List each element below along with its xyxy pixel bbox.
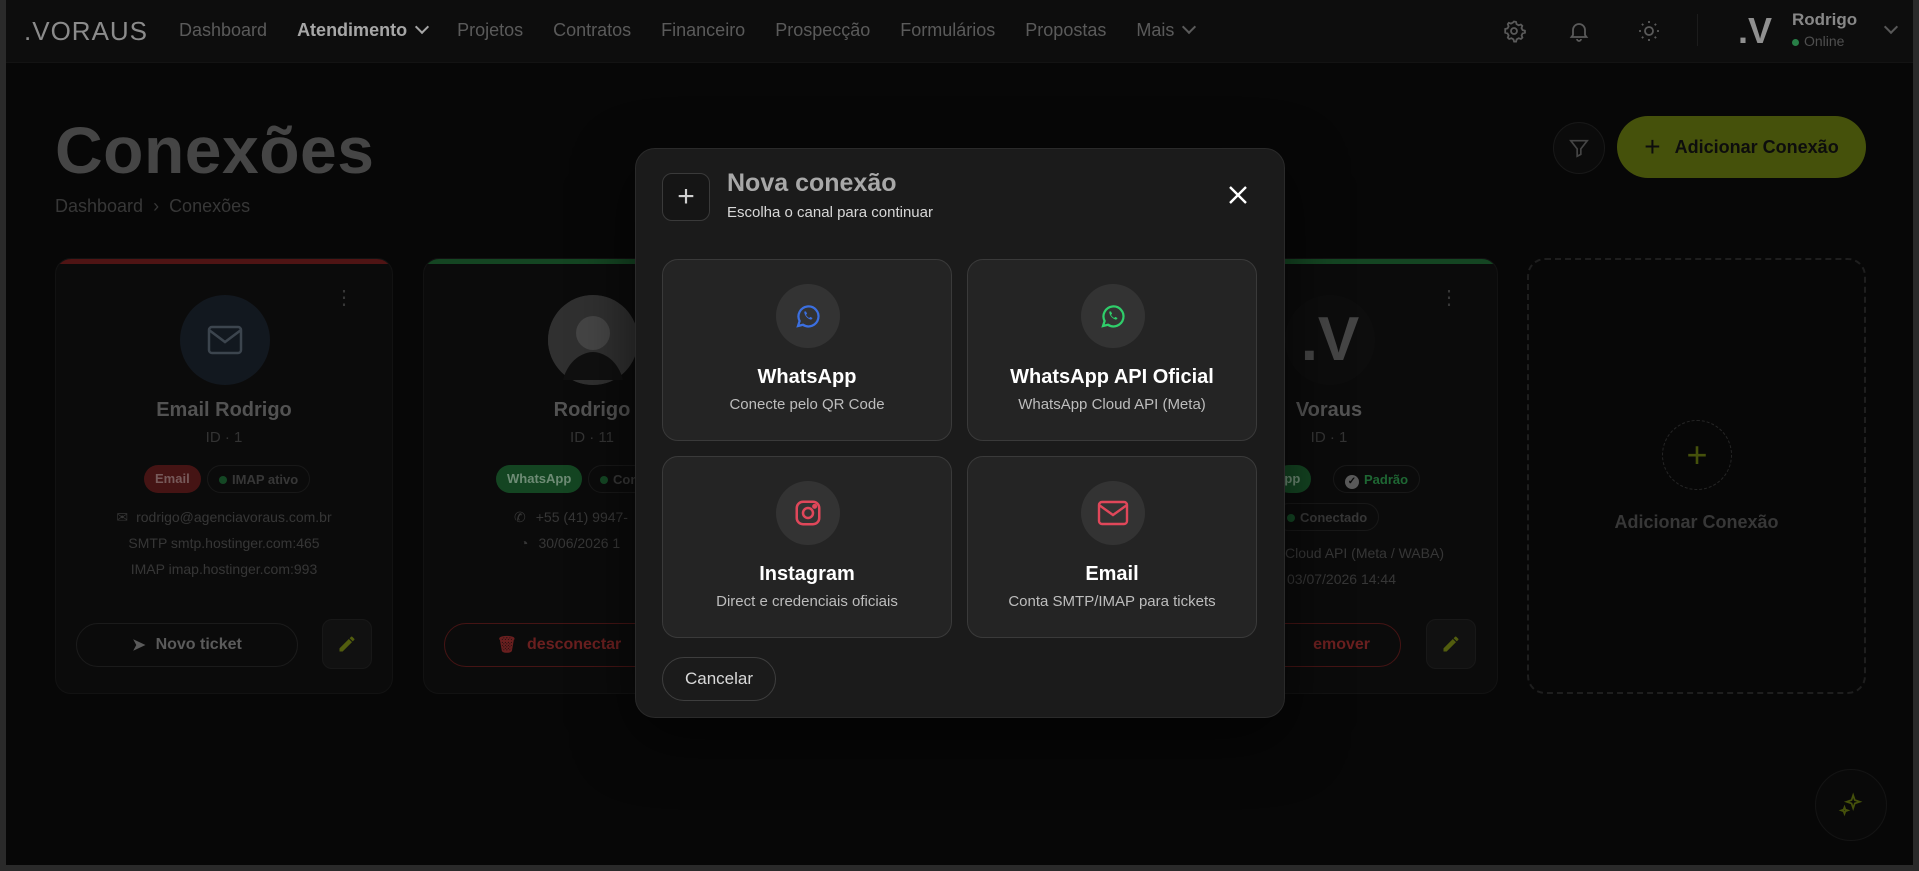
option-subtitle: Conta SMTP/IMAP para tickets xyxy=(1008,593,1216,610)
option-instagram[interactable]: Instagram Direct e credenciais oficiais xyxy=(662,456,952,638)
option-whatsapp[interactable]: WhatsApp Conecte pelo QR Code xyxy=(662,259,952,441)
option-title: Email xyxy=(1085,563,1139,585)
new-connection-dialog: + Nova conexão Escolha o canal para cont… xyxy=(635,148,1285,718)
cancel-button[interactable]: Cancelar xyxy=(662,657,776,701)
dialog-subtitle: Escolha o canal para continuar xyxy=(727,204,933,221)
whatsapp-icon xyxy=(1081,284,1145,348)
option-title: Instagram xyxy=(759,563,855,585)
option-email[interactable]: Email Conta SMTP/IMAP para tickets xyxy=(967,456,1257,638)
whatsapp-icon xyxy=(776,284,840,348)
close-icon[interactable] xyxy=(1226,183,1250,207)
option-subtitle: WhatsApp Cloud API (Meta) xyxy=(1018,396,1206,413)
option-title: WhatsApp API Oficial xyxy=(1010,366,1214,388)
option-subtitle: Conecte pelo QR Code xyxy=(729,396,885,413)
mail-icon xyxy=(1081,481,1145,545)
dialog-title: Nova conexão xyxy=(727,169,897,197)
instagram-icon xyxy=(776,481,840,545)
option-title: WhatsApp xyxy=(757,366,857,388)
plus-icon: + xyxy=(662,173,710,221)
option-whatsapp-api[interactable]: WhatsApp API Oficial WhatsApp Cloud API … xyxy=(967,259,1257,441)
option-subtitle: Direct e credenciais oficiais xyxy=(716,593,898,610)
